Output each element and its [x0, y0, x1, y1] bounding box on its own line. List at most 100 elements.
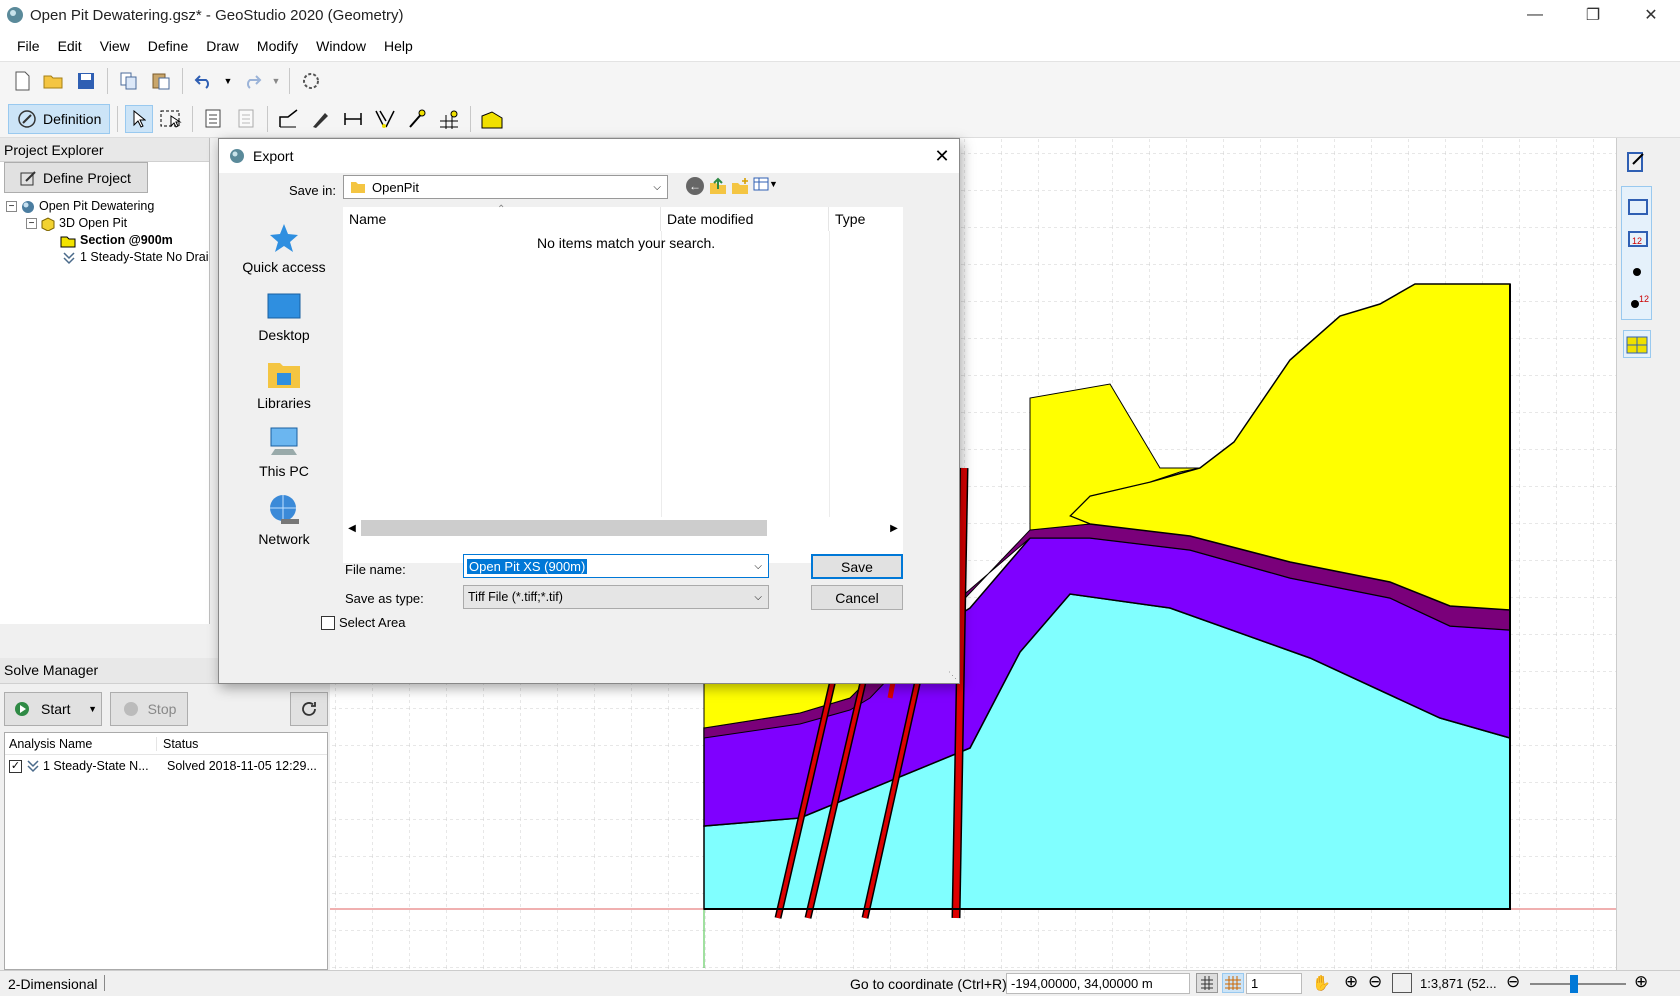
define-project-button[interactable]: Define Project — [4, 162, 148, 193]
copy-icon[interactable] — [115, 67, 143, 95]
refresh-view-icon[interactable] — [297, 67, 325, 95]
save-button[interactable]: Save — [811, 554, 903, 579]
minimize-button[interactable]: — — [1506, 0, 1564, 30]
tree-item-3d[interactable]: −3D Open Pit — [6, 215, 210, 232]
place-desktop[interactable]: Desktop — [227, 275, 341, 343]
save-in-value: OpenPit — [372, 179, 419, 195]
draw-lines-icon[interactable] — [371, 105, 399, 133]
window-title: Open Pit Dewatering.gsz* - GeoStudio 202… — [30, 6, 404, 24]
col-date-modified[interactable]: Date modified — [661, 207, 829, 231]
zoom-in-icon[interactable]: ⊕ — [1344, 972, 1358, 992]
zoom-slider-thumb[interactable] — [1570, 975, 1578, 993]
view-point-numbers-icon[interactable]: 12 — [1625, 287, 1653, 315]
new-folder-icon[interactable] — [731, 177, 749, 198]
coordinate-field[interactable]: -194,00000, 34,00000 m — [1006, 973, 1190, 994]
select-region-icon[interactable] — [157, 105, 185, 133]
stop-button[interactable]: Stop — [110, 692, 188, 726]
menu-file[interactable]: File — [8, 38, 49, 54]
tree-item-section[interactable]: Section @900m — [6, 232, 210, 249]
definition-button[interactable]: Definition — [8, 103, 111, 134]
tree-item-analysis[interactable]: 1 Steady-State No Drai — [6, 249, 210, 266]
file-name-input[interactable]: Open Pit XS (900m) ⌵ — [463, 554, 769, 578]
grid-value-field[interactable]: 1 — [1246, 973, 1302, 994]
place-this-pc[interactable]: This PC — [227, 411, 341, 479]
undo-dropdown-icon[interactable]: ▼ — [222, 67, 234, 95]
type-label: Save as type: — [345, 591, 424, 606]
menu-window[interactable]: Window — [307, 38, 375, 54]
select-pointer-icon[interactable] — [125, 104, 154, 133]
undo-icon[interactable] — [190, 67, 218, 95]
tree-item-root[interactable]: − Open Pit Dewatering — [6, 198, 210, 215]
select-area-checkbox[interactable]: Select Area — [321, 615, 406, 630]
new-file-icon[interactable] — [8, 67, 36, 95]
zoom-slider[interactable] — [1530, 983, 1626, 985]
grid-toggle-icon[interactable] — [1196, 973, 1218, 993]
zoom-extents-icon[interactable] — [1392, 973, 1412, 993]
view-points-icon[interactable] — [1625, 255, 1653, 283]
table-row[interactable]: ✓ 1 Steady-State N... Solved 2018-11-05 … — [5, 755, 327, 777]
up-folder-icon[interactable] — [709, 177, 727, 198]
draw-pen-icon[interactable] — [307, 105, 335, 133]
place-this-pc-label: This PC — [259, 463, 309, 479]
place-quick-access[interactable]: Quick access — [227, 207, 341, 275]
cube-icon — [41, 216, 55, 231]
places-bar: Quick access Desktop Libraries This PC N… — [227, 207, 341, 627]
zoom-out-icon[interactable]: ⊖ — [1368, 972, 1382, 992]
globe-icon — [22, 200, 34, 213]
scroll-right-icon[interactable]: ▶ — [885, 523, 903, 534]
snap-grid-icon[interactable] — [1222, 973, 1244, 993]
menu-view[interactable]: View — [91, 38, 139, 54]
dialog-close-button[interactable]: ✕ — [925, 139, 959, 173]
dimension-icon[interactable] — [339, 105, 367, 133]
back-nav-icon[interactable]: ← — [686, 177, 704, 195]
draw-region-icon[interactable] — [275, 105, 303, 133]
properties-icon[interactable] — [200, 105, 228, 133]
zoom-plus-icon[interactable]: ⊕ — [1634, 972, 1648, 992]
close-window-button[interactable]: ✕ — [1622, 0, 1680, 30]
menu-help[interactable]: Help — [375, 38, 422, 54]
place-network[interactable]: Network — [227, 479, 341, 547]
view-preferences-icon[interactable] — [1623, 148, 1651, 176]
start-button[interactable]: Start ▼ — [4, 692, 102, 726]
place-libraries[interactable]: Libraries — [227, 343, 341, 411]
sketch-region-icon[interactable] — [478, 105, 506, 133]
redo-icon[interactable] — [238, 67, 266, 95]
scroll-thumb[interactable] — [361, 520, 767, 536]
view-materials-icon[interactable] — [1623, 330, 1651, 358]
cancel-button[interactable]: Cancel — [811, 585, 903, 610]
view-numbers-icon[interactable]: 12 — [1625, 223, 1653, 251]
menu-modify[interactable]: Modify — [248, 38, 307, 54]
open-folder-icon[interactable] — [40, 67, 68, 95]
mesh-icon[interactable] — [435, 105, 463, 133]
refresh-button[interactable] — [290, 692, 328, 726]
paste-icon[interactable] — [147, 67, 175, 95]
save-in-dropdown[interactable]: OpenPit ⌵ — [343, 175, 668, 199]
view-menu-icon[interactable]: ▼ — [753, 177, 778, 191]
col-type[interactable]: Type — [829, 211, 865, 227]
start-dropdown-icon[interactable]: ▼ — [88, 704, 101, 714]
type-select[interactable]: Tiff File (*.tiff;*.tif) ⌵ — [463, 585, 769, 609]
checkbox-box[interactable] — [321, 615, 335, 630]
file-name-chevron-icon[interactable]: ⌵ — [754, 561, 762, 572]
menu-draw[interactable]: Draw — [197, 38, 248, 54]
resize-grip-icon[interactable]: ⋱ — [948, 670, 957, 681]
col-status[interactable]: Status — [157, 737, 198, 751]
tree-3d-label: 3D Open Pit — [59, 216, 128, 230]
solve-manager-panel: Solve Manager Start ▼ Stop Analysis Name… — [0, 658, 330, 970]
draw-points-icon[interactable] — [403, 105, 431, 133]
col-analysis-name[interactable]: Analysis Name — [5, 736, 157, 751]
zoom-minus-icon[interactable]: ⊖ — [1506, 972, 1520, 992]
maximize-button[interactable]: ❐ — [1564, 0, 1622, 30]
horizontal-scrollbar[interactable]: ◀ ▶ — [343, 519, 903, 537]
pan-hand-icon[interactable]: ✋ — [1312, 974, 1331, 992]
report-icon[interactable] — [232, 105, 260, 133]
row-checkbox[interactable]: ✓ — [9, 759, 22, 773]
menu-define[interactable]: Define — [139, 38, 197, 54]
view-regions-icon[interactable] — [1625, 191, 1653, 219]
scroll-left-icon[interactable]: ◀ — [343, 523, 361, 534]
redo-dropdown-icon[interactable]: ▼ — [270, 67, 282, 95]
file-list[interactable]: Name Date modified Type ⌃ No items match… — [343, 204, 903, 563]
table-header: Analysis Name Status — [5, 733, 327, 755]
save-disk-icon[interactable] — [72, 67, 100, 95]
menu-edit[interactable]: Edit — [49, 38, 91, 54]
